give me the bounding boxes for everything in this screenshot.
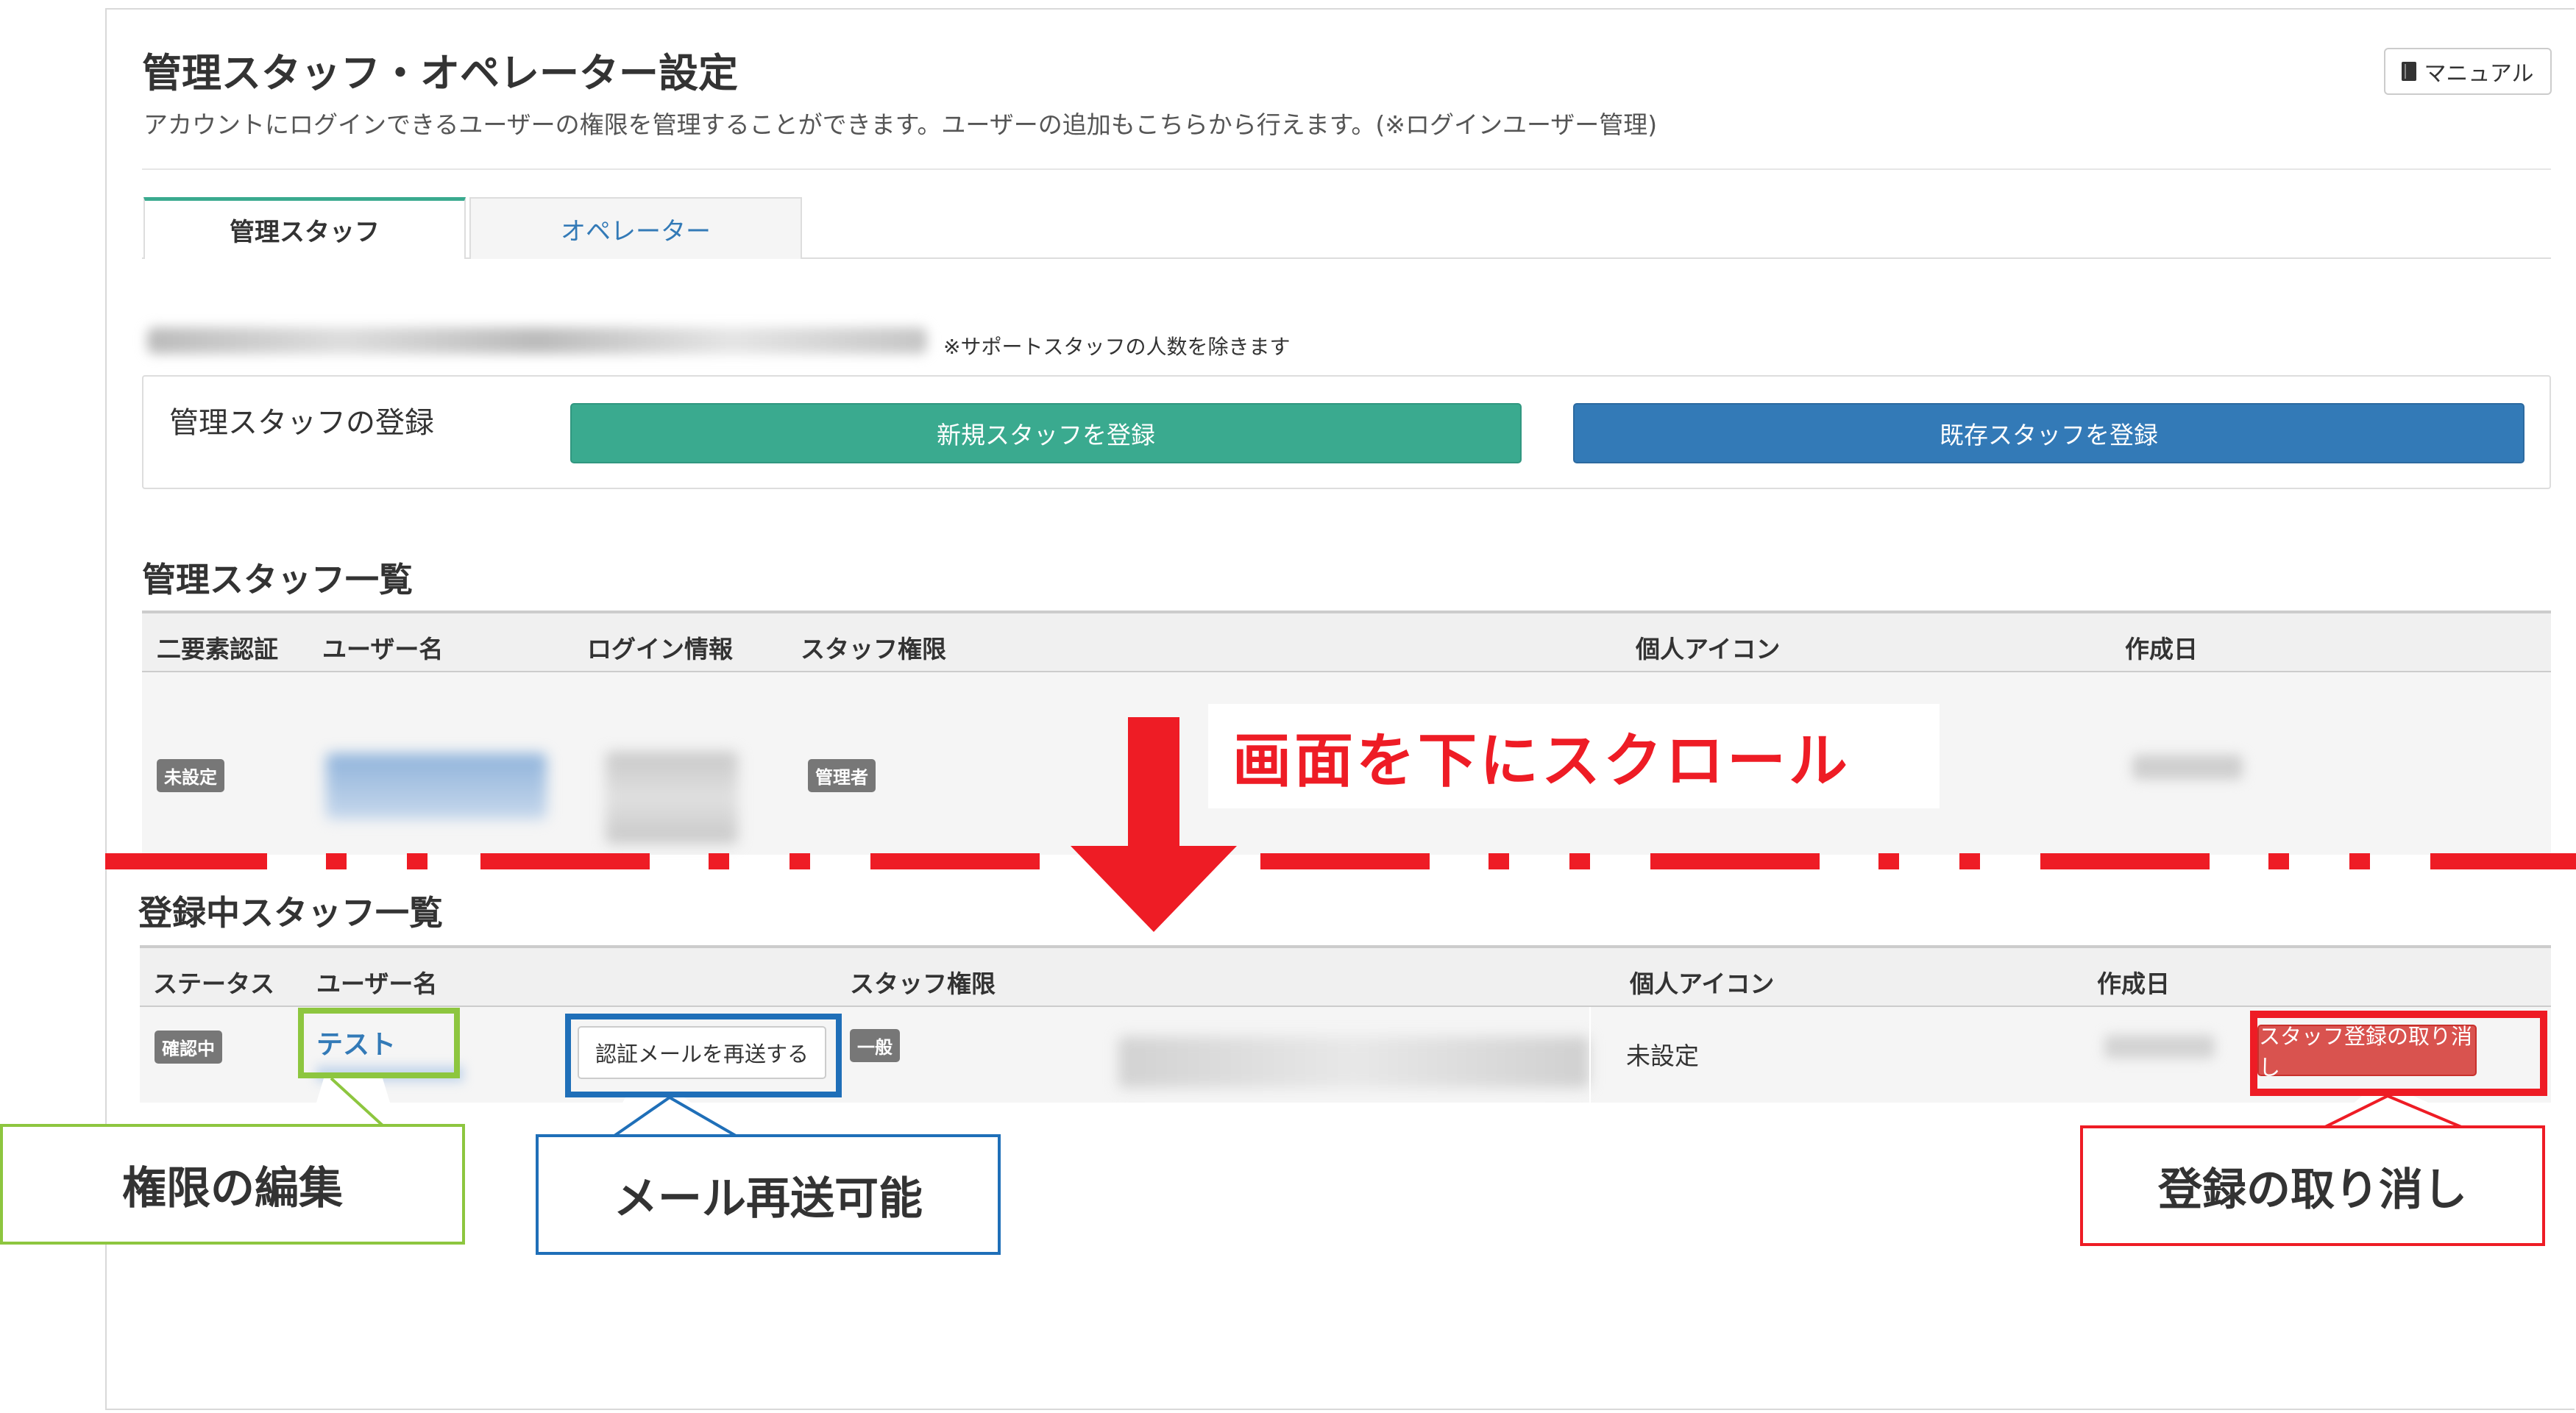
resend-mail-callout: メール再送可能 xyxy=(536,1134,1001,1255)
edit-permission-callout: 権限の編集 xyxy=(0,1124,465,1245)
cancel-registration-callout: 登録の取り消し xyxy=(2080,1125,2545,1246)
tab-staff[interactable]: 管理スタッフ xyxy=(143,197,466,259)
